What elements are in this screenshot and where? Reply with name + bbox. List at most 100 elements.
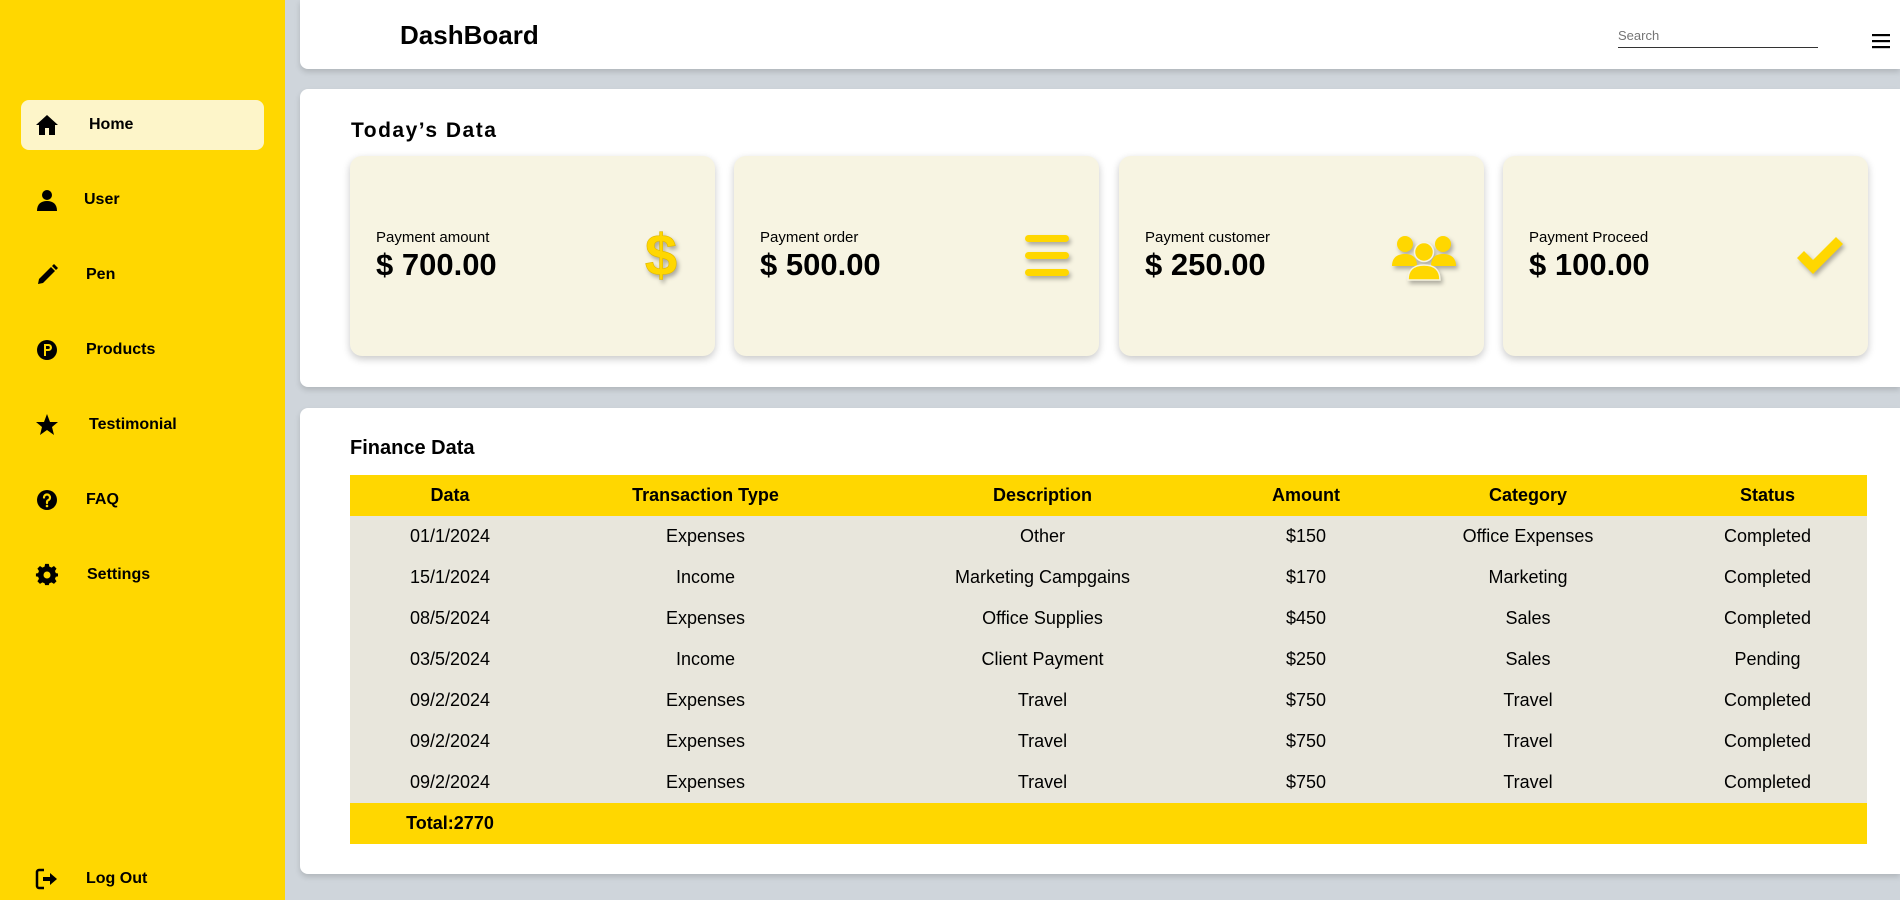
table-cell: Client Payment xyxy=(861,639,1224,680)
page-title: DashBoard xyxy=(400,20,539,50)
table-row: 09/2/2024 Expenses Travel $750 Travel Complet… xyxy=(350,680,1867,721)
top-header: DashBoard xyxy=(300,0,1900,69)
table-cell: $150 xyxy=(1224,516,1388,557)
table-row: 03/5/2024 Income Client Payment $250 Sales Pe… xyxy=(350,639,1867,680)
table-cell: Travel xyxy=(1388,762,1668,803)
table-row: 15/1/2024 Income Marketing Campgains $170 Ma… xyxy=(350,557,1867,598)
table-cell: 15/1/2024 xyxy=(350,557,550,598)
table-cell: Expenses xyxy=(550,721,861,762)
column-header: Status xyxy=(1668,475,1867,516)
finance-table: Data Transaction Type Description Amount… xyxy=(350,475,1867,844)
card-value: $ 100.00 xyxy=(1529,247,1650,282)
section-title: Today’s Data xyxy=(351,119,498,142)
empty-cell xyxy=(1224,803,1388,844)
table-cell: Income xyxy=(550,639,861,680)
table-cell: $750 xyxy=(1224,762,1388,803)
table-cell: $250 xyxy=(1224,639,1388,680)
menu-icon[interactable] xyxy=(1872,33,1890,49)
table-cell: Income xyxy=(550,557,861,598)
svg-text:$: $ xyxy=(645,228,677,284)
sidebar-item-products[interactable]: Products xyxy=(21,325,264,375)
section-title: Finance Data xyxy=(350,437,475,459)
table-cell: Completed xyxy=(1668,598,1867,639)
stat-card-payment-order: Payment order $ 500.00 xyxy=(734,156,1099,356)
table-cell: 09/2/2024 xyxy=(350,680,550,721)
table-cell: Sales xyxy=(1388,598,1668,639)
column-header: Description xyxy=(861,475,1224,516)
table-cell: Completed xyxy=(1668,762,1867,803)
sidebar-item-label: Testimonial xyxy=(89,416,177,433)
question-icon xyxy=(35,488,59,512)
table-cell: $170 xyxy=(1224,557,1388,598)
empty-cell xyxy=(861,803,1224,844)
table-cell: Travel xyxy=(1388,680,1668,721)
home-icon xyxy=(35,113,59,137)
table-cell: 08/5/2024 xyxy=(350,598,550,639)
sidebar-item-home[interactable]: Home xyxy=(21,100,264,150)
table-cell: Travel xyxy=(861,762,1224,803)
logout-label: Log Out xyxy=(86,870,148,887)
pen-icon xyxy=(35,263,59,287)
sidebar-item-testimonial[interactable]: Testimonial xyxy=(21,400,264,450)
table-cell: Sales xyxy=(1388,639,1668,680)
table-cell: Expenses xyxy=(550,680,861,721)
table-row: 08/5/2024 Expenses Office Supplies $450 Sale… xyxy=(350,598,1867,639)
table-cell: $750 xyxy=(1224,680,1388,721)
table-header-row: Data Transaction Type Description Amount… xyxy=(350,475,1867,516)
logout-icon xyxy=(35,867,59,891)
check-icon xyxy=(1785,226,1855,286)
sidebar-item-label: Settings xyxy=(87,566,151,583)
card-value: $ 500.00 xyxy=(760,247,881,282)
sidebar-item-settings[interactable]: Settings xyxy=(21,550,264,600)
table-row: 01/1/2024 Expenses Other $150 Office Expense… xyxy=(350,516,1867,557)
sidebar-item-label: User xyxy=(84,191,120,208)
card-label: Payment amount xyxy=(376,229,490,246)
search-input[interactable] xyxy=(1618,24,1818,48)
sidebar-item-label: Pen xyxy=(86,266,116,283)
users-icon xyxy=(1389,226,1459,286)
logout-button[interactable]: Log Out xyxy=(21,854,264,900)
today-data-section: Today’s Data Payment amount $ 700.00 $ P… xyxy=(300,89,1900,387)
sidebar-item-faq[interactable]: FAQ xyxy=(21,475,264,525)
table-cell: Office Supplies xyxy=(861,598,1224,639)
table-cell: 01/1/2024 xyxy=(350,516,550,557)
products-icon xyxy=(35,338,59,362)
table-cell: Travel xyxy=(861,680,1224,721)
card-value: $ 250.00 xyxy=(1145,247,1266,282)
total-value: Total:2770 xyxy=(350,803,550,844)
table-cell: Travel xyxy=(861,721,1224,762)
sidebar-item-label: Products xyxy=(86,341,156,358)
card-label: Payment customer xyxy=(1145,229,1271,246)
column-header: Category xyxy=(1388,475,1668,516)
table-cell: $450 xyxy=(1224,598,1388,639)
star-icon xyxy=(35,413,59,437)
empty-cell xyxy=(550,803,861,844)
table-cell: Expenses xyxy=(550,762,861,803)
table-row: 09/2/2024 Expenses Travel $750 Travel Complet… xyxy=(350,762,1867,803)
sidebar: Home User Pen Products Testimonial FAQ S… xyxy=(0,0,285,900)
column-header: Data xyxy=(350,475,550,516)
card-label: Payment order xyxy=(760,229,859,246)
table-cell: Office Expenses xyxy=(1388,516,1668,557)
sidebar-item-label: FAQ xyxy=(86,491,119,508)
table-cell: Completed xyxy=(1668,557,1867,598)
sidebar-item-label: Home xyxy=(89,116,134,133)
table-cell: Pending xyxy=(1668,639,1867,680)
gear-icon xyxy=(35,563,59,587)
table-cell: Completed xyxy=(1668,680,1867,721)
table-row: 09/2/2024 Expenses Travel $750 Travel Complet… xyxy=(350,721,1867,762)
table-cell: $750 xyxy=(1224,721,1388,762)
table-cell: Completed xyxy=(1668,516,1867,557)
finance-data-section: Finance Data Data Transaction Type Descr… xyxy=(300,408,1900,874)
table-cell: 09/2/2024 xyxy=(350,762,550,803)
table-cell: Marketing xyxy=(1388,557,1668,598)
sidebar-item-user[interactable]: User xyxy=(21,175,264,225)
empty-cell xyxy=(1388,803,1668,844)
table-cell: Travel xyxy=(1388,721,1668,762)
table-cell: 09/2/2024 xyxy=(350,721,550,762)
dollar-icon: $ xyxy=(626,226,696,286)
table-cell: Marketing Campgains xyxy=(861,557,1224,598)
column-header: Transaction Type xyxy=(550,475,861,516)
card-label: Payment Proceed xyxy=(1529,229,1649,246)
sidebar-item-pen[interactable]: Pen xyxy=(21,250,264,300)
